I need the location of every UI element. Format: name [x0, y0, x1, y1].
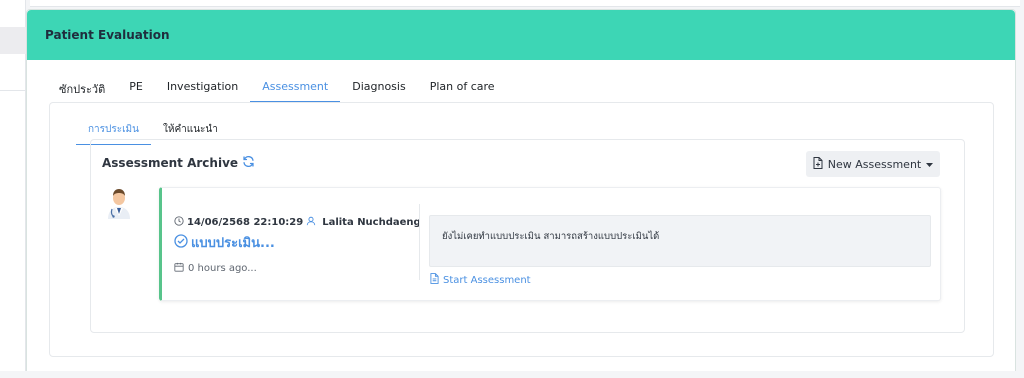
- tab-diagnosis[interactable]: Diagnosis: [340, 74, 417, 102]
- record-status-text: แบบประเมิน...: [191, 236, 275, 251]
- record-time-line: 0 hours ago...: [174, 262, 414, 275]
- card-title: Patient Evaluation: [45, 28, 170, 42]
- assessment-record-card[interactable]: 14/06/2568 22:10:29 Lalita Nuchdaeng แบบ…: [159, 187, 941, 301]
- sidebar-highlight: [0, 27, 26, 54]
- page: Patient Evaluation ซักประวัติ PE Investi…: [0, 0, 1024, 378]
- record-datetime: 14/06/2568 22:10:29: [187, 217, 304, 228]
- bottom-edge: [0, 371, 1024, 378]
- card-header: Patient Evaluation: [27, 10, 1015, 60]
- archive-title-text: Assessment Archive: [102, 156, 239, 170]
- record-relative-time: 0 hours ago...: [188, 263, 257, 274]
- document-icon: [430, 273, 439, 287]
- top-card-edge: [30, 0, 1020, 7]
- record-header-line: 14/06/2568 22:10:29 Lalita Nuchdaeng: [174, 216, 421, 229]
- tab-pe[interactable]: PE: [117, 74, 155, 102]
- start-assessment-label: Start Assessment: [443, 274, 531, 286]
- main-tabs: ซักประวัติ PE Investigation Assessment D…: [47, 74, 507, 102]
- archive-title: Assessment Archive: [102, 155, 255, 171]
- caret-down-icon: [926, 158, 934, 171]
- left-sidebar-edge: [0, 0, 26, 378]
- record-meta: 14/06/2568 22:10:29 Lalita Nuchdaeng แบบ…: [174, 216, 421, 275]
- assessment-panel: การประเมิน ให้คำแนะนำ Assessment Archive: [49, 102, 994, 357]
- tab-history[interactable]: ซักประวัติ: [47, 74, 117, 102]
- new-assessment-label: New Assessment: [827, 157, 922, 171]
- tab-investigation[interactable]: Investigation: [155, 74, 250, 102]
- tab-assessment[interactable]: Assessment: [250, 74, 341, 102]
- doctor-avatar: [105, 186, 133, 220]
- record-author: Lalita Nuchdaeng: [322, 217, 421, 228]
- tab-plan-of-care[interactable]: Plan of care: [418, 74, 507, 102]
- file-plus-icon: [813, 156, 823, 172]
- patient-evaluation-card: Patient Evaluation ซักประวัติ PE Investi…: [26, 9, 1016, 378]
- sidebar-divider: [0, 90, 26, 91]
- start-assessment-link[interactable]: Start Assessment: [430, 273, 531, 287]
- record-divider: [419, 204, 420, 280]
- no-assessment-notice: ยังไม่เคยทำแบบประเมิน สามารถสร้างแบบประเ…: [429, 215, 931, 267]
- check-circle-icon: [174, 233, 188, 252]
- new-assessment-button[interactable]: New Assessment: [806, 151, 940, 177]
- user-icon: [306, 216, 316, 229]
- clock-icon: [174, 216, 184, 229]
- refresh-icon[interactable]: [242, 155, 255, 171]
- assessment-archive-panel: Assessment Archive New Assessment 14/06/…: [90, 139, 965, 333]
- record-status-line[interactable]: แบบประเมิน...: [174, 232, 414, 253]
- calendar-icon: [174, 262, 184, 275]
